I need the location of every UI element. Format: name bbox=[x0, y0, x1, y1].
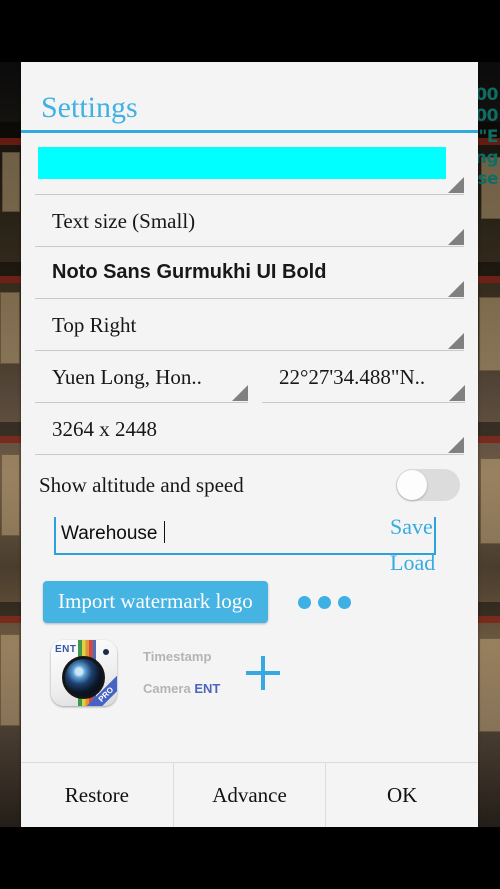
text-caret bbox=[164, 521, 166, 543]
bg-overlay-line-4: ng bbox=[474, 148, 499, 168]
screen: 00 00 "E ng ise Settings Text size (Smal… bbox=[0, 0, 500, 889]
spinner-font-family[interactable]: Noto Sans Gurmukhi UI Bold bbox=[35, 247, 464, 299]
chevron-down-icon bbox=[448, 281, 464, 297]
altitude-speed-label: Show altitude and speed bbox=[39, 472, 244, 497]
dialog-button-bar: Restore Advance OK bbox=[21, 762, 478, 827]
logo-caption-line1: Timestamp bbox=[143, 649, 212, 664]
chevron-down-icon bbox=[232, 385, 248, 401]
load-button[interactable]: Load bbox=[390, 545, 454, 581]
spinner-text-size-value: Text size (Small) bbox=[52, 209, 196, 233]
bg-overlay-line-1: 00 bbox=[475, 85, 498, 105]
logo-caption-line2-bold: ENT bbox=[194, 681, 221, 696]
spinner-watermark-color[interactable] bbox=[35, 143, 464, 195]
spinner-text-size[interactable]: Text size (Small) bbox=[35, 195, 464, 247]
ok-button[interactable]: OK bbox=[326, 763, 478, 827]
import-watermark-logo-button[interactable]: Import watermark logo bbox=[43, 581, 268, 623]
logo-caption: Timestamp Camera ENT bbox=[143, 633, 220, 713]
logo-caption-line2-plain: Camera bbox=[143, 681, 195, 696]
color-swatch bbox=[38, 147, 446, 179]
note-input-value: Warehouse bbox=[61, 523, 158, 544]
spinner-resolution-value: 3264 x 2448 bbox=[52, 417, 157, 441]
settings-body: Text size (Small) Noto Sans Gurmukhi UI … bbox=[21, 133, 478, 762]
dot-1 bbox=[297, 595, 311, 609]
spinner-position[interactable]: Top Right bbox=[35, 299, 464, 351]
note-input-zone: Warehouse Save Load bbox=[21, 513, 478, 575]
location-row: Yuen Long, Hon.. 22°27'34.488"N.. bbox=[21, 351, 478, 403]
spinner-font-family-value: Noto Sans Gurmukhi UI Bold bbox=[52, 261, 327, 283]
spinner-resolution[interactable]: 3264 x 2448 bbox=[35, 403, 464, 455]
spinner-location-value: Yuen Long, Hon.. bbox=[52, 365, 202, 389]
logo-list: ENT PRO Timestamp Camera ENT bbox=[51, 637, 478, 709]
timestamp-camera-app-icon[interactable]: ENT PRO bbox=[51, 640, 117, 706]
restore-button[interactable]: Restore bbox=[21, 763, 174, 827]
import-row: Import watermark logo bbox=[43, 581, 478, 623]
save-button[interactable]: Save bbox=[390, 509, 454, 545]
settings-dialog: Settings Text size (Small) Noto Sans Gur… bbox=[21, 62, 478, 827]
altitude-speed-toggle[interactable] bbox=[396, 469, 460, 501]
save-load-group: Save Load bbox=[390, 509, 454, 581]
chevron-down-icon bbox=[448, 333, 464, 349]
spinner-location[interactable]: Yuen Long, Hon.. bbox=[35, 351, 248, 403]
toggle-knob bbox=[397, 470, 427, 500]
more-options-icon[interactable] bbox=[297, 595, 351, 609]
chevron-down-icon bbox=[448, 437, 464, 453]
dot-3 bbox=[337, 595, 351, 609]
bg-overlay-line-3: "E bbox=[478, 127, 499, 147]
note-input-wrap: Warehouse Save Load bbox=[54, 514, 436, 575]
spinner-coordinates-value: 22°27'34.488"N.. bbox=[279, 365, 426, 389]
logo-caption-line2: Camera ENT bbox=[143, 681, 220, 697]
spinner-position-value: Top Right bbox=[52, 313, 137, 337]
chevron-down-icon bbox=[448, 177, 464, 193]
advance-button[interactable]: Advance bbox=[174, 763, 327, 827]
shutter-dot-icon bbox=[103, 649, 109, 655]
bg-overlay-line-2: 00 bbox=[475, 106, 498, 126]
icon-badge-label: ENT bbox=[55, 644, 77, 655]
spinner-coordinates[interactable]: 22°27'34.488"N.. bbox=[262, 351, 465, 403]
note-input[interactable]: Warehouse bbox=[54, 517, 436, 555]
chevron-down-icon bbox=[449, 385, 465, 401]
add-logo-icon[interactable] bbox=[246, 656, 281, 690]
page-title: Settings bbox=[41, 91, 138, 124]
altitude-speed-row: Show altitude and speed bbox=[31, 461, 460, 509]
dot-2 bbox=[317, 595, 331, 609]
chevron-down-icon bbox=[448, 229, 464, 245]
